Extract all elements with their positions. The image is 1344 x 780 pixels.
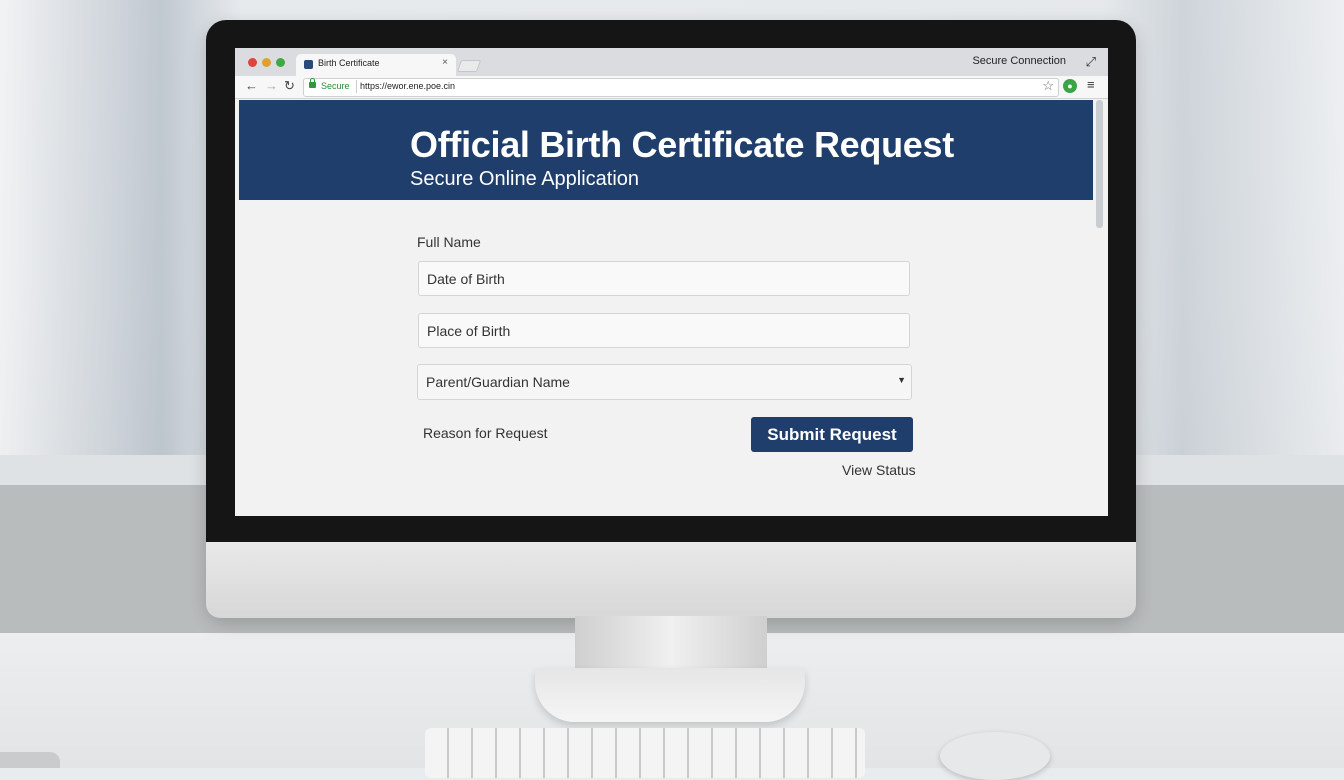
tab-title: Birth Certificate — [318, 58, 380, 68]
bookmark-star-icon[interactable]: ☆ — [1042, 78, 1054, 94]
place-of-birth-field[interactable] — [418, 313, 910, 348]
secure-label: Secure — [321, 81, 350, 91]
monitor-stand-neck — [575, 616, 767, 670]
url-divider — [356, 80, 357, 93]
parent-guardian-select-value: Parent/Guardian Name — [426, 374, 570, 390]
monitor-stand-base — [535, 668, 805, 722]
submit-request-button[interactable]: Submit Request — [751, 417, 913, 452]
address-bar[interactable]: Secure https://ewor.ene.poe.cin ☆ — [303, 78, 1059, 97]
close-window-icon[interactable] — [248, 58, 257, 67]
favicon-icon — [304, 60, 313, 69]
browser-menu-icon[interactable]: ≡ — [1087, 77, 1095, 92]
parent-guardian-select[interactable]: Parent/Guardian Name ▼ — [417, 364, 912, 400]
browser-screen: Birth Certificate × Secure Connection ⤢ … — [235, 48, 1108, 516]
tab-close-icon[interactable]: × — [442, 57, 448, 68]
url-text[interactable]: https://ewor.ene.poe.cin — [360, 81, 455, 91]
view-status-link[interactable]: View Status — [842, 462, 916, 478]
maximize-window-icon[interactable] — [276, 58, 285, 67]
reason-label: Reason for Request — [423, 425, 548, 441]
browser-tab[interactable]: Birth Certificate × — [296, 54, 456, 76]
full-name-label: Full Name — [417, 234, 481, 250]
tab-bar: Birth Certificate × Secure Connection ⤢ — [235, 48, 1108, 76]
page-title: Official Birth Certificate Request — [410, 124, 954, 165]
scrollbar[interactable] — [1096, 100, 1103, 228]
minimize-window-icon[interactable] — [262, 58, 271, 67]
page-header-banner: Official Birth Certificate Request Secur… — [239, 100, 1093, 200]
extension-icon[interactable]: ● — [1063, 79, 1077, 93]
expand-icon[interactable]: ⤢ — [1086, 54, 1096, 70]
secure-connection-label: Secure Connection — [972, 55, 1066, 67]
browser-toolbar: ← → ↻ Secure https://ewor.ene.poe.cin ☆ … — [235, 76, 1108, 99]
lock-icon — [309, 78, 316, 88]
date-of-birth-field[interactable] — [418, 261, 910, 296]
page-subtitle: Secure Online Application — [410, 168, 640, 190]
monitor-chin — [206, 542, 1136, 618]
new-tab-button[interactable] — [456, 60, 482, 72]
forward-icon[interactable]: → — [265, 78, 278, 93]
back-icon[interactable]: ← — [245, 78, 258, 93]
mouse — [940, 732, 1050, 780]
keyboard — [425, 728, 865, 778]
reload-icon[interactable]: ↻ — [284, 78, 295, 94]
chevron-down-icon: ▼ — [897, 375, 906, 385]
desk-object — [0, 752, 60, 768]
